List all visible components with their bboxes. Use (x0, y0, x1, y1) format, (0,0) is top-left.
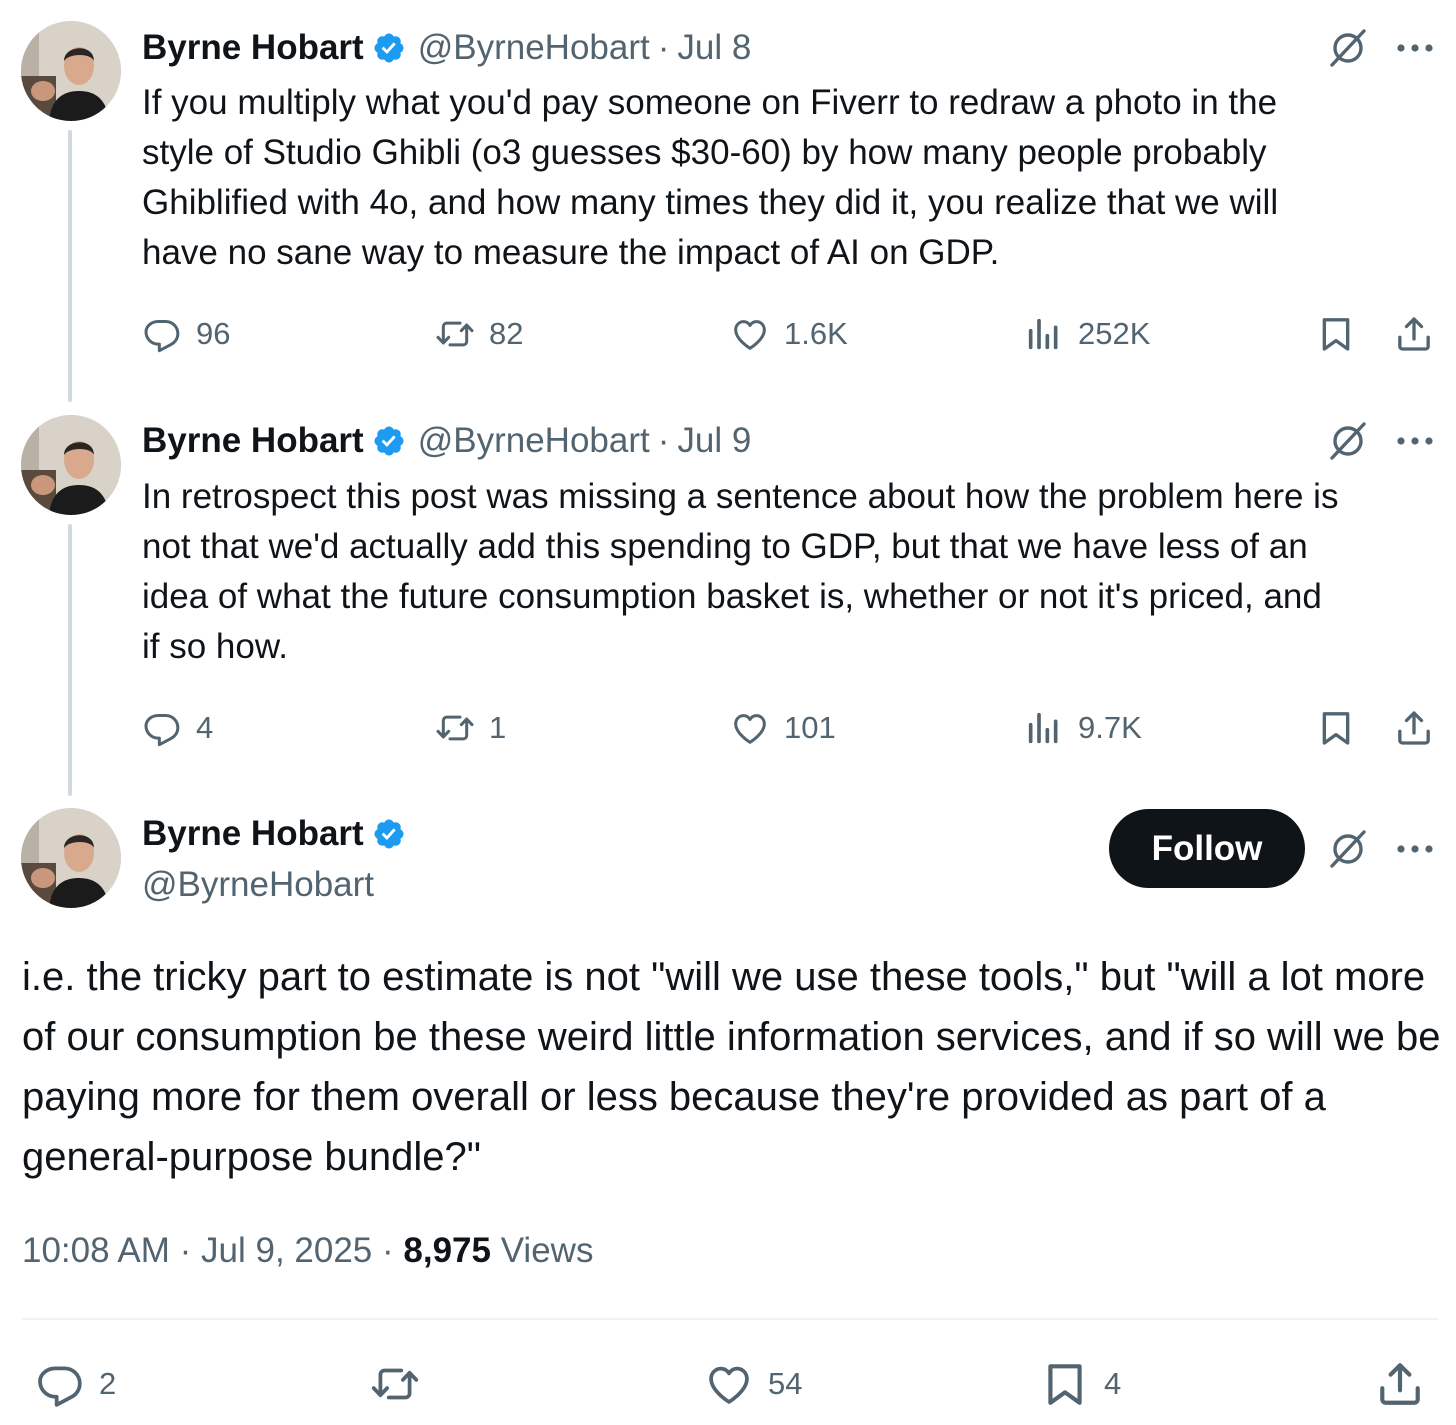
author-handle[interactable]: @ByrneHobart (418, 28, 650, 68)
reply-count: 4 (196, 710, 214, 745)
reply-count: 2 (99, 1366, 117, 1401)
author-name[interactable]: Byrne Hobart (142, 28, 364, 68)
author-name[interactable]: Byrne Hobart (142, 814, 364, 854)
reply-button[interactable]: 4 (142, 703, 213, 753)
tweet-header: Byrne Hobart @ByrneHobart · Jul 8 (142, 25, 751, 71)
bookmark-button[interactable]: 4 (1040, 1354, 1121, 1414)
bookmark-icon (1316, 314, 1356, 354)
tweet-text: In retrospect this post was missing a se… (142, 477, 1339, 666)
tweet-date[interactable]: Jul 9 (677, 421, 751, 461)
tweet-header: Byrne Hobart @ByrneHobart · Jul 9 (142, 418, 751, 464)
tweet-actions: 96 82 1.6K 252K (142, 309, 1442, 359)
verified-badge-icon (372, 31, 406, 65)
bookmark-icon (1040, 1359, 1090, 1409)
divider (22, 1318, 1438, 1320)
views-count: 8,975 (403, 1231, 491, 1270)
views-count: 9.7K (1078, 710, 1142, 745)
repost-button[interactable] (370, 1354, 420, 1414)
reply-count: 96 (196, 316, 231, 351)
bookmark-count: 4 (1104, 1366, 1122, 1401)
like-count: 101 (784, 710, 836, 745)
like-count: 54 (768, 1366, 803, 1401)
repost-button[interactable]: 82 (435, 309, 523, 359)
author-name[interactable]: Byrne Hobart (142, 421, 364, 461)
main-tweet-actions: 2 54 4 (0, 1354, 1456, 1414)
author-handle[interactable]: @ByrneHobart (418, 421, 650, 461)
repost-count: 1 (489, 710, 507, 745)
share-icon (1375, 1359, 1425, 1409)
avatar-image (21, 808, 121, 908)
avatar[interactable] (21, 21, 121, 121)
like-icon (730, 314, 770, 354)
main-tweet-text: i.e. the tricky part to estimate is not … (22, 955, 1441, 1179)
separator: · (657, 28, 670, 67)
reply-icon (35, 1359, 85, 1409)
thread-line (68, 524, 72, 796)
like-icon (704, 1359, 754, 1409)
author-handle[interactable]: @ByrneHobart (142, 862, 374, 908)
like-button[interactable]: 101 (730, 703, 836, 753)
repost-count: 82 (489, 316, 524, 351)
repost-icon (435, 314, 475, 354)
views-button[interactable]: 9.7K (1024, 703, 1142, 753)
main-author: Byrne Hobart (142, 811, 418, 857)
share-button[interactable] (1375, 1354, 1425, 1414)
avatar-image (21, 21, 121, 121)
more-icon[interactable] (1395, 42, 1435, 54)
tweet-date[interactable]: Jul 8 (677, 28, 751, 68)
grok-icon[interactable] (1327, 418, 1371, 462)
reply-icon (142, 708, 182, 748)
grok-icon[interactable] (1327, 25, 1371, 69)
bookmark-button[interactable] (1316, 703, 1356, 753)
bookmark-button[interactable] (1316, 309, 1356, 359)
repost-button[interactable]: 1 (435, 703, 506, 753)
separator: · (382, 1231, 394, 1270)
like-count: 1.6K (784, 316, 848, 351)
reply-icon (142, 314, 182, 354)
avatar-image (21, 415, 121, 515)
share-icon (1394, 708, 1434, 748)
more-icon[interactable] (1395, 843, 1435, 855)
reply-button[interactable]: 2 (35, 1354, 116, 1414)
tweet-actions: 4 1 101 9.7K (142, 703, 1442, 753)
views-icon (1024, 708, 1064, 748)
grok-icon[interactable] (1327, 826, 1371, 870)
like-icon (730, 708, 770, 748)
share-icon (1394, 314, 1434, 354)
separator: · (657, 421, 670, 460)
more-icon[interactable] (1395, 435, 1435, 447)
verified-badge-icon (372, 424, 406, 458)
views-count: 252K (1078, 316, 1151, 351)
avatar[interactable] (21, 808, 121, 908)
tweet-time[interactable]: 10:08 AM (22, 1231, 170, 1270)
share-button[interactable] (1394, 703, 1434, 753)
thread-line (68, 130, 72, 402)
tweet-date[interactable]: Jul 9, 2025 (201, 1231, 372, 1270)
views-icon (1024, 314, 1064, 354)
repost-icon (435, 708, 475, 748)
reply-button[interactable]: 96 (142, 309, 230, 359)
views-label: Views (500, 1231, 594, 1270)
views-button[interactable]: 252K (1024, 309, 1150, 359)
bookmark-icon (1316, 708, 1356, 748)
like-button[interactable]: 1.6K (730, 309, 848, 359)
follow-button[interactable]: Follow (1109, 809, 1305, 888)
tweet-text: If you multiply what you'd pay someone o… (142, 83, 1279, 272)
tweet-meta: 10:08 AM · Jul 9, 2025 · 8,975 Views (22, 1228, 593, 1274)
separator: · (179, 1231, 192, 1270)
share-button[interactable] (1394, 309, 1434, 359)
repost-icon (370, 1359, 420, 1409)
verified-badge-icon (372, 817, 406, 851)
like-button[interactable]: 54 (704, 1354, 802, 1414)
avatar[interactable] (21, 415, 121, 515)
